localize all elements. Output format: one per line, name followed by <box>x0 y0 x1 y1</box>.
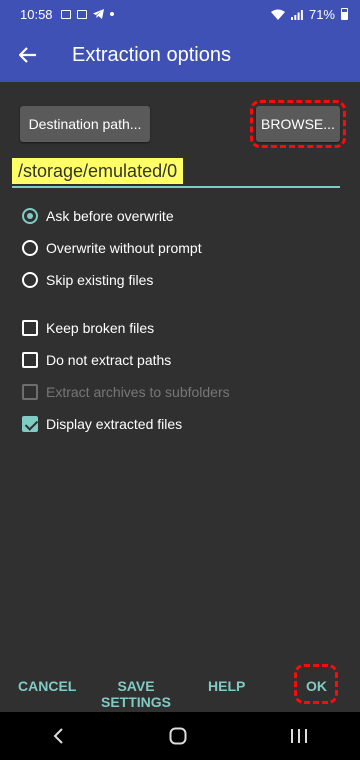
checkbox-disabled-icon <box>22 384 38 400</box>
status-time: 10:58 <box>20 6 53 22</box>
radio-label: Ask before overwrite <box>46 208 174 224</box>
checkbox-keep-broken-files[interactable]: Keep broken files <box>22 320 154 336</box>
notification-dot-icon <box>109 12 114 16</box>
browse-button-annotation <box>250 100 346 148</box>
checkbox-label: Extract archives to subfolders <box>46 384 230 400</box>
radio-selected-icon <box>22 208 38 224</box>
radio-skip-existing-files[interactable]: Skip existing files <box>22 272 153 288</box>
radio-unselected-icon <box>22 272 38 288</box>
radio-unselected-icon <box>22 240 38 256</box>
destination-path-value: /storage/emulated/0 <box>12 158 184 184</box>
recent-apps-nav-icon[interactable] <box>290 728 308 744</box>
checkbox-label: Keep broken files <box>46 320 155 336</box>
telegram-icon <box>92 9 104 19</box>
checkbox-unchecked-icon <box>22 352 38 368</box>
page-title: Extraction options <box>72 43 231 66</box>
save-settings-label-line1: SAVE <box>117 678 155 694</box>
save-settings-button[interactable]: SAVE SETTINGS <box>100 678 172 710</box>
destination-path-button[interactable]: Destination path... <box>20 106 150 142</box>
system-navigation-bar <box>0 712 360 760</box>
radio-overwrite-without-prompt[interactable]: Overwrite without prompt <box>22 240 202 256</box>
checkbox-do-not-extract-paths[interactable]: Do not extract paths <box>22 352 171 368</box>
status-notification-icons <box>60 9 114 19</box>
battery-percent: 71% <box>308 6 335 22</box>
checkbox-checked-icon <box>22 416 38 432</box>
signal-icon <box>290 9 303 20</box>
radio-label: Overwrite without prompt <box>46 240 202 256</box>
back-nav-icon[interactable] <box>52 727 66 745</box>
battery-icon <box>341 8 348 20</box>
checkbox-label: Do not extract paths <box>46 352 172 368</box>
checkbox-unchecked-icon <box>22 320 38 336</box>
checkbox-extract-archives-to-subfolders: Extract archives to subfolders <box>22 384 230 400</box>
arrow-left-icon <box>19 47 36 63</box>
save-settings-label-line2: SETTINGS <box>100 694 171 710</box>
mail-icon <box>76 9 87 19</box>
app-bar: Extraction options <box>0 28 360 82</box>
status-system-icons: 71% <box>270 0 348 28</box>
cancel-button[interactable]: CANCEL <box>18 678 76 694</box>
radio-ask-before-overwrite[interactable]: Ask before overwrite <box>22 208 174 224</box>
checkbox-label: Display extracted files <box>46 416 183 432</box>
checkbox-display-extracted-files[interactable]: Display extracted files <box>22 416 182 432</box>
ok-button-annotation <box>294 664 338 704</box>
wifi-icon <box>270 9 285 20</box>
home-nav-icon[interactable] <box>169 727 187 745</box>
status-bar: 10:58 71% <box>0 0 360 28</box>
help-button[interactable]: HELP <box>208 678 245 694</box>
gallery-icon <box>60 9 71 19</box>
destination-path-field[interactable]: /storage/emulated/0 <box>12 158 340 188</box>
radio-label: Skip existing files <box>46 272 154 288</box>
back-button[interactable] <box>0 28 56 82</box>
